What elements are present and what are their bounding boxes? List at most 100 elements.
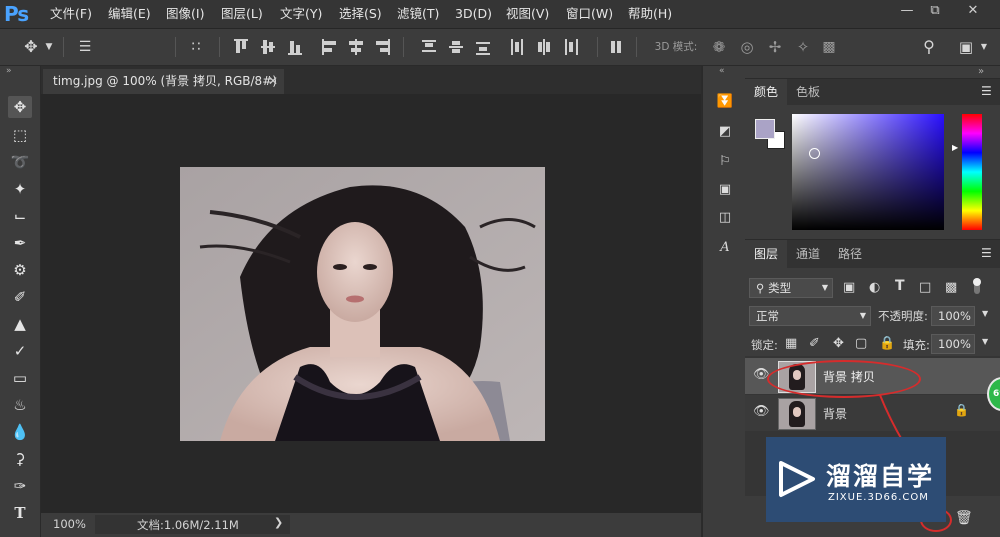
- 3d-panel-icon[interactable]: ▣: [715, 180, 735, 200]
- auto-select-icon[interactable]: ☰: [74, 37, 96, 57]
- tab-layers[interactable]: 图层: [745, 240, 787, 268]
- menu-file[interactable]: 文件(F): [50, 0, 92, 28]
- restore-icon[interactable]: ⧉: [920, 0, 950, 24]
- distribute-right-icon[interactable]: [564, 39, 578, 55]
- adjustments-panel-icon[interactable]: ◩: [715, 122, 735, 142]
- marquee-tool-icon[interactable]: ⬚: [8, 124, 32, 146]
- filter-adjustment-icon[interactable]: ◐: [869, 280, 880, 295]
- search-icon[interactable]: ⚲: [918, 37, 940, 57]
- move-tool-icon[interactable]: ✥: [8, 96, 32, 118]
- align-bottom-icon[interactable]: [288, 39, 302, 55]
- color-picker-handle[interactable]: [809, 148, 820, 159]
- menu-layer[interactable]: 图层(L): [221, 0, 263, 28]
- magic-wand-tool-icon[interactable]: ✦: [8, 178, 32, 200]
- align-hcenter-icon[interactable]: [349, 39, 363, 55]
- layer-name[interactable]: 背景: [823, 405, 847, 422]
- lock-image-icon[interactable]: ✐: [809, 336, 820, 351]
- panel-menu-icon[interactable]: ☰: [981, 84, 992, 98]
- history-brush-tool-icon[interactable]: ✓: [8, 340, 32, 362]
- menu-view[interactable]: 视图(V): [506, 0, 549, 28]
- auto-align-icon[interactable]: [610, 39, 624, 55]
- minimize-icon[interactable]: —: [892, 0, 922, 24]
- scale-3d-icon[interactable]: ▩: [818, 37, 840, 57]
- opacity-input[interactable]: 100%: [931, 306, 975, 326]
- filter-shape-icon[interactable]: □: [919, 280, 931, 295]
- slide-3d-icon[interactable]: ✧: [792, 37, 814, 57]
- eraser-tool-icon[interactable]: ▭: [8, 367, 32, 389]
- layer-filter-dropdown[interactable]: ⚲ 类型 ▼: [749, 278, 833, 298]
- hue-slider[interactable]: [962, 114, 982, 230]
- chevron-down-icon[interactable]: ▼: [44, 37, 54, 57]
- menu-edit[interactable]: 编辑(E): [108, 0, 151, 28]
- history-panel-icon[interactable]: ⏬: [715, 92, 735, 112]
- filter-toggle[interactable]: [973, 278, 981, 294]
- align-top-icon[interactable]: [234, 39, 248, 55]
- lock-all-icon[interactable]: 🔒: [879, 336, 895, 351]
- paint-bucket-tool-icon[interactable]: ♨: [8, 394, 32, 416]
- tab-paths[interactable]: 路径: [829, 240, 871, 268]
- distribute-vcenter-icon[interactable]: [449, 39, 463, 55]
- hue-slider-handle[interactable]: ▶: [952, 143, 958, 152]
- document-image[interactable]: [180, 167, 545, 441]
- lock-artboard-icon[interactable]: ▢: [855, 336, 867, 351]
- character-panel-icon[interactable]: ⚐: [715, 152, 735, 172]
- roll-3d-icon[interactable]: ◎: [736, 37, 758, 57]
- menu-help[interactable]: 帮助(H): [628, 0, 672, 28]
- transform-controls-icon[interactable]: ∷: [186, 37, 206, 57]
- expand-panels-icon[interactable]: «: [719, 66, 725, 76]
- tab-channels[interactable]: 通道: [787, 240, 829, 268]
- chevron-down-icon[interactable]: ▼: [982, 309, 988, 318]
- distribute-left-icon[interactable]: [510, 39, 524, 55]
- fill-input[interactable]: 100%: [931, 334, 975, 354]
- tab-color[interactable]: 颜色: [745, 79, 787, 105]
- collapse-icon[interactable]: »: [6, 66, 12, 76]
- move-tool-preset-icon[interactable]: ✥: [20, 37, 42, 57]
- collapse-panels-icon[interactable]: »: [978, 66, 984, 77]
- glyphs-panel-icon[interactable]: A: [715, 238, 735, 258]
- status-menu-icon[interactable]: ❯: [274, 516, 283, 529]
- dodge-tool-icon[interactable]: ⚳: [8, 448, 32, 470]
- delete-layer-icon[interactable]: 🗑: [955, 510, 973, 526]
- menu-filter[interactable]: 滤镜(T): [397, 0, 439, 28]
- visibility-eye-icon[interactable]: 👁: [753, 404, 770, 419]
- align-vcenter-icon[interactable]: [261, 39, 275, 55]
- align-right-icon[interactable]: [376, 39, 390, 55]
- distribute-bottom-icon[interactable]: [476, 39, 490, 55]
- blur-tool-icon[interactable]: 💧: [8, 421, 32, 443]
- align-left-icon[interactable]: [322, 39, 336, 55]
- menu-3d[interactable]: 3D(D): [455, 0, 492, 28]
- distribute-top-icon[interactable]: [422, 39, 436, 55]
- blend-mode-dropdown[interactable]: 正常 ▼: [749, 306, 871, 326]
- lasso-tool-icon[interactable]: ➰: [8, 151, 32, 173]
- orbit-3d-icon[interactable]: ❁: [708, 37, 730, 57]
- clone-stamp-tool-icon[interactable]: ▲: [8, 313, 32, 335]
- pan-3d-icon[interactable]: ✢: [764, 37, 786, 57]
- type-tool-icon[interactable]: T: [8, 502, 32, 524]
- panel-menu-icon[interactable]: ☰: [981, 246, 992, 260]
- menu-window[interactable]: 窗口(W): [566, 0, 613, 28]
- close-icon[interactable]: ✕: [958, 0, 988, 24]
- menu-select[interactable]: 选择(S): [339, 0, 382, 28]
- chevron-down-icon[interactable]: ▼: [982, 337, 988, 346]
- distribute-hcenter-icon[interactable]: [537, 39, 551, 55]
- workspace-icon[interactable]: ▣: [955, 37, 977, 57]
- pen-tool-icon[interactable]: ✑: [8, 475, 32, 497]
- lock-transparent-icon[interactable]: ▦: [785, 336, 797, 351]
- menu-type[interactable]: 文字(Y): [280, 0, 322, 28]
- menu-image[interactable]: 图像(I): [166, 0, 204, 28]
- paths-panel-icon[interactable]: ◫: [715, 208, 735, 228]
- foreground-color-swatch[interactable]: [755, 119, 775, 139]
- filter-pixel-icon[interactable]: ▣: [843, 280, 855, 295]
- layer-row-background[interactable]: 👁 背景 🔒: [745, 395, 1000, 431]
- lock-position-icon[interactable]: ✥: [833, 336, 844, 351]
- zoom-level[interactable]: 100%: [53, 517, 86, 531]
- filter-type-icon[interactable]: T: [895, 278, 905, 294]
- filter-smart-object-icon[interactable]: ▩: [945, 280, 957, 295]
- eyedropper-tool-icon[interactable]: ✒: [8, 232, 32, 254]
- brush-tool-icon[interactable]: ✐: [8, 286, 32, 308]
- color-field[interactable]: [792, 114, 944, 230]
- tab-swatches[interactable]: 色板: [787, 79, 829, 105]
- healing-brush-tool-icon[interactable]: ⚙: [8, 259, 32, 281]
- chevron-down-icon[interactable]: ▼: [978, 37, 990, 57]
- close-tab-icon[interactable]: ✕: [268, 69, 278, 94]
